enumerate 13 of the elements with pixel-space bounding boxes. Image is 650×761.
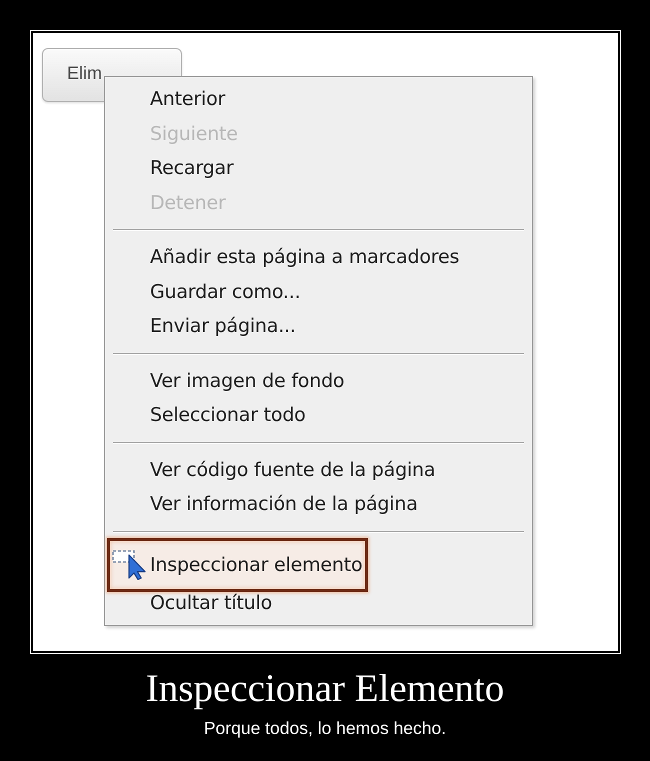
menu-item[interactable]: Seleccionar todo	[110, 404, 309, 426]
cursor-box-icon	[112, 550, 146, 580]
menu-item[interactable]: Ver información de la página	[110, 493, 421, 516]
menu-item[interactable]: Enviar página...	[110, 315, 299, 338]
poster-subtitle: Porque todos, lo hemos hecho.	[202, 720, 448, 738]
menu-item[interactable]: Añadir esta página a marcadores	[110, 246, 462, 268]
menu-item[interactable]: Ver código fuente de la página	[110, 458, 438, 481]
menu-item[interactable]: Ver imagen de fondo	[110, 370, 348, 392]
menu-item[interactable]: Ocultar título	[110, 592, 275, 614]
menu-item[interactable]: Inspeccionar elemento	[110, 554, 366, 576]
menu-item[interactable]: Guardar como...	[110, 280, 304, 303]
menu-item[interactable]: Recargar	[110, 157, 237, 180]
poster-title: Inspeccionar Elemento	[144, 669, 506, 708]
